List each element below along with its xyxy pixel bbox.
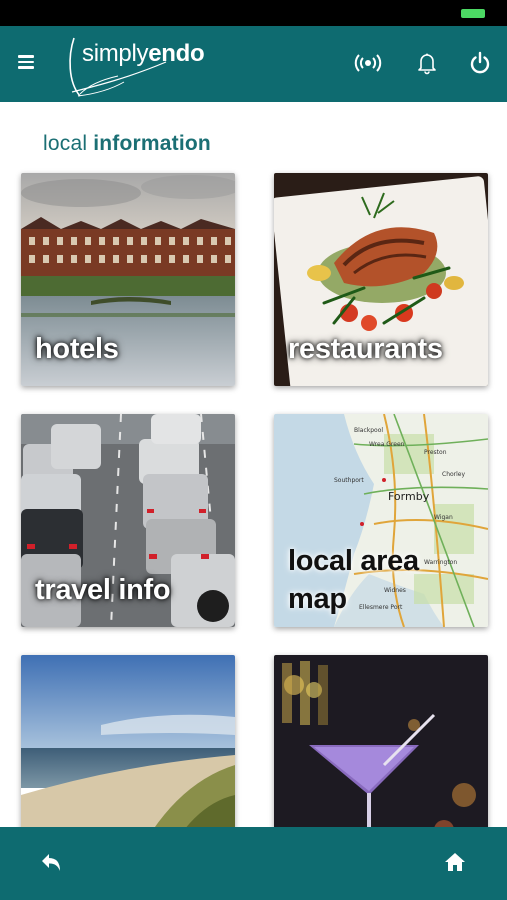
app-header: simplyendo xyxy=(0,26,507,102)
svg-text:Preston: Preston xyxy=(424,449,447,456)
status-bar xyxy=(0,0,507,26)
back-arrow-icon[interactable] xyxy=(40,852,64,874)
power-icon[interactable] xyxy=(466,50,494,76)
tile-label: local area map xyxy=(288,542,419,618)
tile-label: travel info xyxy=(35,574,171,606)
tile-local-area-map[interactable]: Blackpool Wrea Green Preston Southport C… xyxy=(274,414,488,627)
svg-text:Blackpool: Blackpool xyxy=(354,427,383,434)
tile-travel-info[interactable]: travel info xyxy=(21,414,235,627)
tile-label: restaurants xyxy=(288,333,443,365)
svg-text:Chorley: Chorley xyxy=(442,471,465,478)
page-title: local information xyxy=(43,132,211,155)
home-icon[interactable] xyxy=(444,852,466,872)
logo-text: simplyendo xyxy=(82,40,205,67)
tile-label-line1: local area xyxy=(288,545,419,577)
tile-restaurants[interactable]: restaurants xyxy=(274,173,488,386)
svg-text:Wigan: Wigan xyxy=(434,514,453,521)
svg-text:Southport: Southport xyxy=(334,477,364,484)
tile-label: hotels xyxy=(35,333,119,365)
svg-text:Wrea Green: Wrea Green xyxy=(369,441,405,448)
svg-text:Formby: Formby xyxy=(388,490,430,503)
tile-hotels[interactable]: hotels xyxy=(21,173,235,386)
menu-icon[interactable] xyxy=(18,55,34,69)
svg-text:Warrington: Warrington xyxy=(424,559,457,566)
broadcast-icon[interactable] xyxy=(354,50,382,76)
bell-icon[interactable] xyxy=(413,50,441,76)
bottom-nav-bar xyxy=(0,827,507,900)
tile-label-line2: map xyxy=(288,583,347,615)
battery-icon xyxy=(461,9,485,18)
